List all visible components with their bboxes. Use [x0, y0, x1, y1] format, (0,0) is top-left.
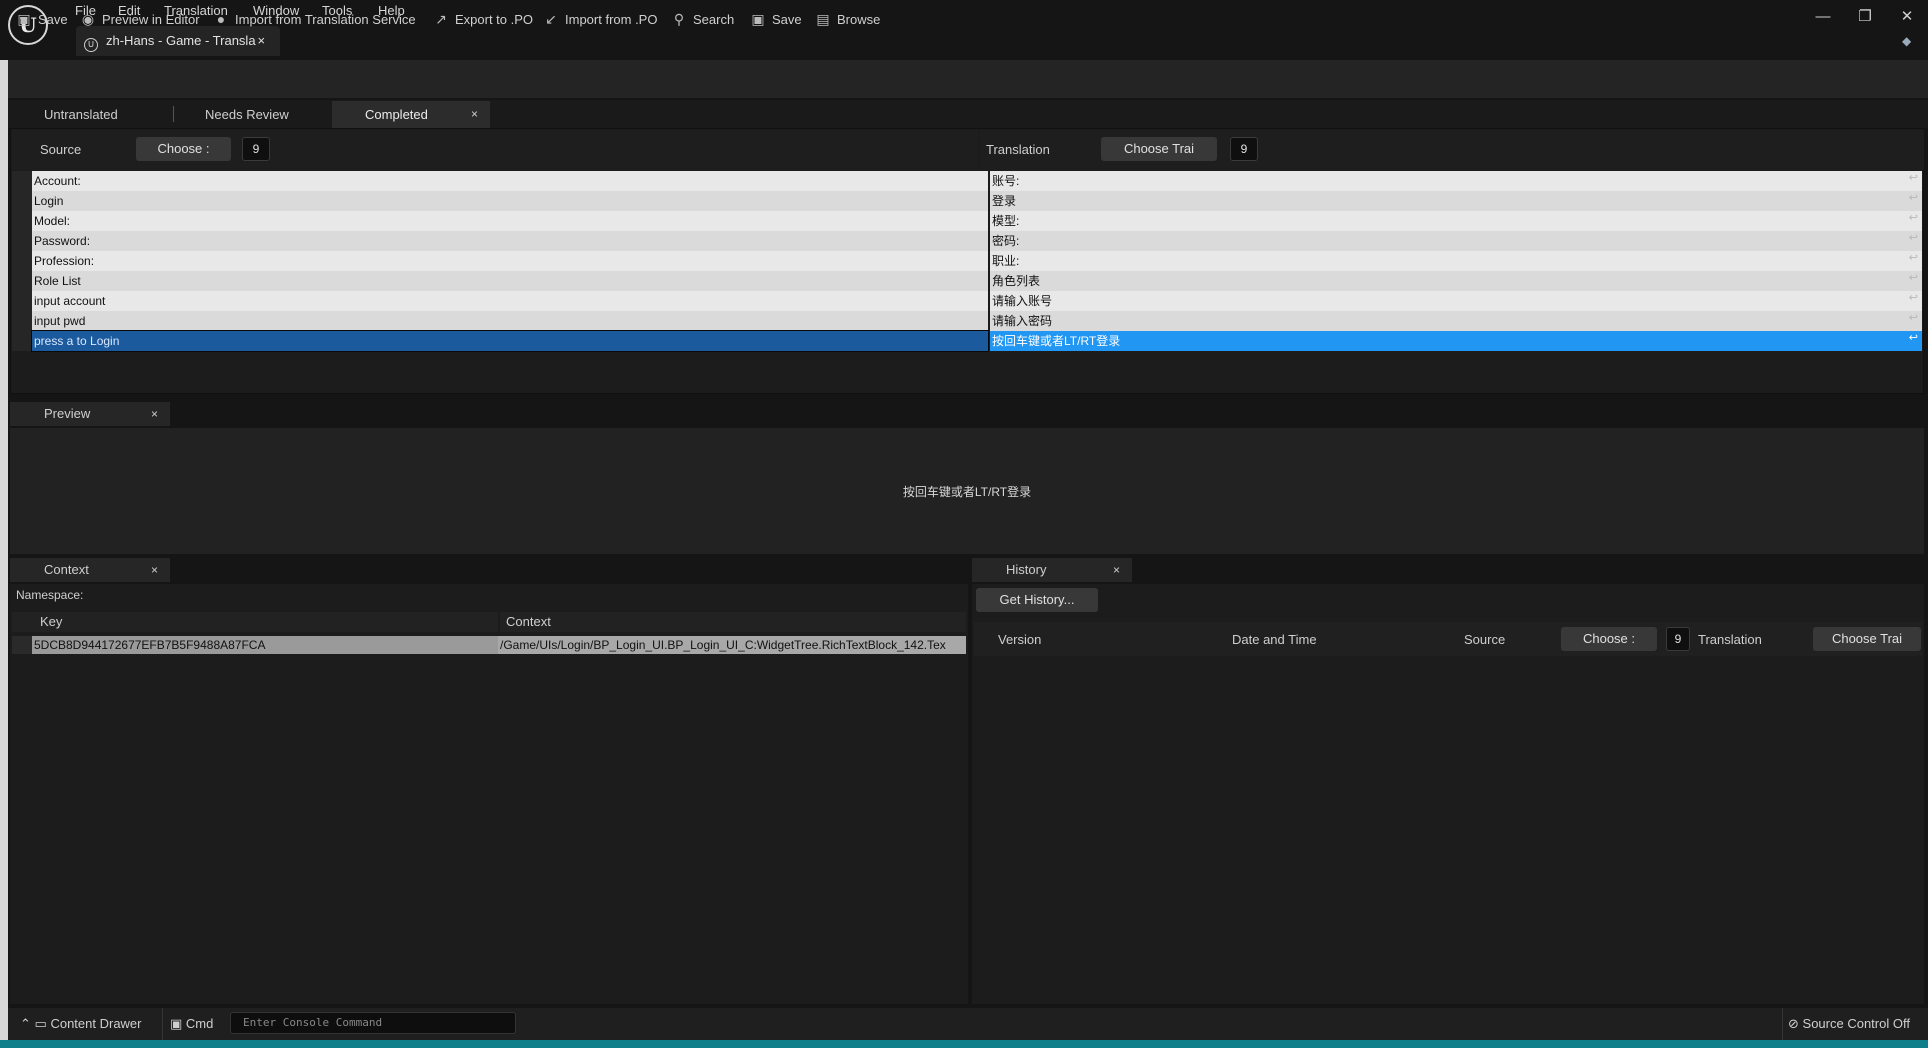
revert-icon[interactable]: ↩ [1909, 171, 1918, 184]
row-handle[interactable] [12, 271, 32, 291]
revert-icon[interactable]: ↩ [1909, 311, 1918, 324]
namespace-label: Namespace: [16, 588, 84, 602]
source-font-choose-button[interactable]: Choose : [136, 137, 231, 161]
preview-in-editor-button[interactable]: ◉ Preview in Editor [80, 8, 200, 30]
divider [162, 1008, 163, 1044]
history-header [974, 622, 1922, 656]
table-row-selected[interactable]: press a to Login 按回车键或者LT/RT登录 ↩ [12, 330, 1922, 352]
table-row[interactable]: Login 登录 ↩ [12, 191, 1922, 211]
save-button[interactable]: ▣ Save [16, 8, 67, 30]
close-window-icon[interactable]: ✕ [1887, 4, 1927, 30]
tab-needs-review[interactable]: Needs Review [175, 101, 331, 128]
unreal-small-icon: U [84, 38, 98, 52]
terminal-icon: ▣ [170, 1016, 183, 1031]
document-tab[interactable]: Uzh-Hans - Game - Transla × [76, 26, 280, 56]
chevron-up-icon: ⌃ [20, 1016, 31, 1031]
history-source-choose-button[interactable]: Choose : [1561, 627, 1657, 651]
browse-icon: ▤ [816, 11, 830, 27]
table-row[interactable]: input account 请输入账号 ↩ [12, 291, 1922, 311]
folder-icon: ▭ [34, 1016, 47, 1031]
divider [1782, 1008, 1783, 1044]
date-time-column-header[interactable]: Date and Time [1232, 632, 1317, 647]
document-tab-close-icon[interactable]: × [258, 33, 266, 48]
row-handle[interactable] [12, 311, 32, 331]
save-icon: ▣ [17, 11, 31, 27]
tab-preview[interactable]: Preview × [10, 402, 170, 426]
history-translation-choose-button[interactable]: Choose Trai [1813, 627, 1921, 651]
translation-font-size[interactable]: 9 [1230, 137, 1258, 161]
import-icon: ↙ [545, 11, 557, 27]
content-drawer-button[interactable]: ⌃ ▭ Content Drawer [20, 1016, 142, 1032]
source-font-size[interactable]: 9 [242, 137, 270, 161]
document-tab-title: zh-Hans - Game - Transla [106, 33, 256, 48]
key-column-header[interactable]: Key [12, 612, 498, 632]
tab-context[interactable]: Context × [10, 558, 170, 582]
table-row[interactable]: input pwd 请输入密码 ↩ [12, 311, 1922, 331]
table-row[interactable]: Model: 模型: ↩ [12, 211, 1922, 231]
key-cell[interactable]: 5DCB8D944172677EFB7B5F9488A87FCA [32, 636, 498, 654]
table-row[interactable]: Profession: 职业: ↩ [12, 251, 1922, 271]
context-cell[interactable]: /Game/UIs/Login/BP_Login_UI.BP_Login_UI_… [498, 636, 966, 654]
tab-divider [173, 106, 174, 122]
tab-completed[interactable]: Completed × [332, 101, 490, 128]
browse-button[interactable]: ▤ Browse [815, 8, 880, 30]
get-history-button[interactable]: Get History... [976, 588, 1098, 612]
row-handle[interactable] [12, 191, 32, 211]
context-close-icon[interactable]: × [151, 558, 158, 582]
row-handle[interactable] [12, 171, 32, 191]
row-handle[interactable] [12, 211, 32, 231]
tab-close-icon[interactable]: × [471, 101, 478, 128]
revert-icon[interactable]: ↩ [1909, 211, 1918, 224]
search-icon: ⚲ [673, 11, 685, 27]
table-row[interactable]: Account: 账号: ↩ [12, 171, 1922, 191]
revert-icon[interactable]: ↩ [1909, 251, 1918, 264]
console-command-input[interactable]: Enter Console Command [230, 1012, 516, 1034]
search-button[interactable]: ⚲ Search [671, 8, 734, 30]
history-close-icon[interactable]: × [1113, 558, 1120, 582]
history-source-column-header[interactable]: Source [1464, 632, 1505, 647]
source-column-label: Source [40, 142, 82, 157]
globe-icon: ● [216, 11, 226, 27]
revert-icon[interactable]: ↩ [1909, 331, 1918, 344]
translation-font-choose-button[interactable]: Choose Trai [1101, 137, 1217, 161]
cmd-button[interactable]: ▣ Cmd [170, 1016, 213, 1032]
import-translation-service-button[interactable]: ● Import from Translation Service [213, 8, 416, 30]
taskbar-strip [0, 1040, 1928, 1048]
minimize-icon[interactable]: — [1803, 4, 1843, 30]
save-all-button[interactable]: ▣ Save [750, 8, 801, 30]
version-column-header[interactable]: Version [998, 632, 1041, 647]
toolbar [8, 60, 1928, 98]
revert-icon[interactable]: ↩ [1909, 191, 1918, 204]
export-po-button[interactable]: ↗ Export to .PO [433, 8, 533, 30]
tab-untranslated[interactable]: Untranslated [8, 101, 174, 128]
tab-history[interactable]: History × [972, 558, 1132, 582]
history-translation-column-header[interactable]: Translation [1698, 632, 1762, 647]
translation-column-label: Translation [986, 142, 1050, 157]
revert-icon[interactable]: ↩ [1909, 271, 1918, 284]
revert-icon[interactable]: ↩ [1909, 231, 1918, 244]
save-icon: ▣ [751, 11, 765, 27]
revert-icon[interactable]: ↩ [1909, 291, 1918, 304]
prohibited-icon: ⊘ [1788, 1016, 1799, 1031]
context-column-header[interactable]: Context [500, 612, 966, 632]
row-handle[interactable] [12, 636, 32, 654]
history-source-font-size[interactable]: 9 [1666, 627, 1690, 651]
row-handle[interactable] [12, 251, 32, 271]
source-control-button[interactable]: ⊘ Source Control Off [1788, 1016, 1910, 1032]
tutorial-hat-icon[interactable]: ◆ [1902, 34, 1916, 48]
row-handle[interactable] [12, 291, 32, 311]
restore-icon[interactable]: ❐ [1845, 4, 1885, 30]
import-po-button[interactable]: ↙ Import from .PO [543, 8, 657, 30]
row-handle[interactable] [12, 231, 32, 251]
table-row[interactable]: Password: 密码: ↩ [12, 231, 1922, 251]
window-edge [0, 60, 8, 1040]
export-icon: ↗ [435, 11, 447, 27]
table-row[interactable]: Role List 角色列表 ↩ [12, 271, 1922, 291]
preview-text: 按回车键或者LT/RT登录 [902, 485, 1032, 499]
preview-icon: ◉ [81, 11, 95, 27]
preview-close-icon[interactable]: × [151, 402, 158, 426]
row-handle[interactable] [12, 331, 32, 351]
